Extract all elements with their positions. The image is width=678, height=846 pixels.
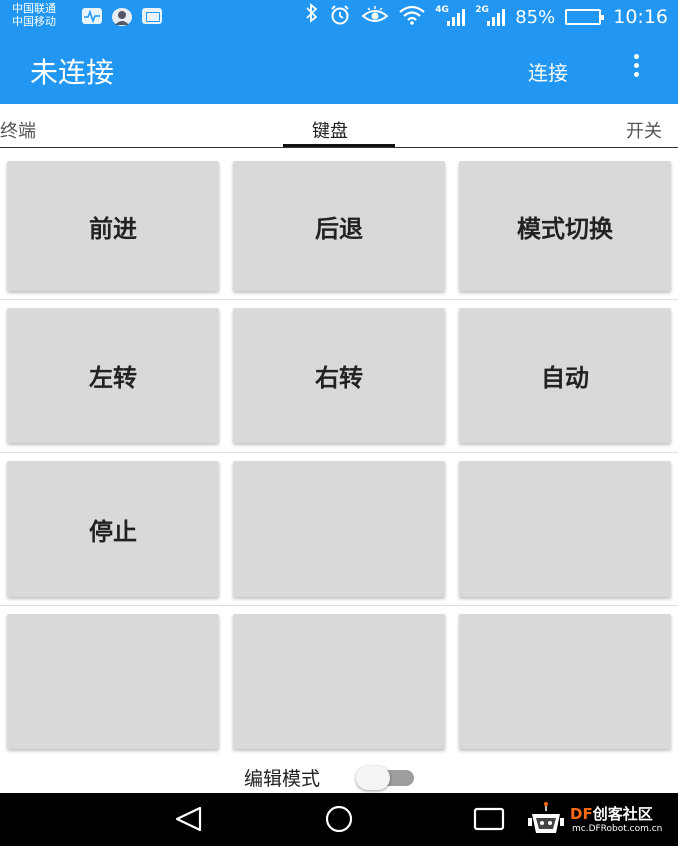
key-backward[interactable]: 后退 [233, 161, 445, 291]
key-turn-right[interactable]: 右转 [233, 308, 445, 443]
app-bar: 未连接 连接 [0, 33, 678, 104]
tab-terminal[interactable]: 终端 [0, 117, 36, 143]
carrier-1: 中国联通 [12, 2, 56, 15]
key-empty[interactable] [233, 614, 445, 749]
edit-mode-label: 编辑模式 [244, 768, 321, 790]
connection-status-title: 未连接 [30, 56, 115, 89]
eye-icon [361, 4, 389, 31]
bluetooth-icon [305, 3, 319, 31]
active-tab-indicator [283, 144, 395, 147]
key-turn-left[interactable]: 左转 [7, 308, 219, 443]
key-row [0, 606, 678, 756]
carrier-names: 中国联通 中国移动 [12, 2, 56, 28]
key-row: 左转 右转 自动 [0, 300, 678, 453]
alarm-icon [329, 4, 351, 31]
carrier-2: 中国移动 [12, 15, 56, 28]
watermark-site: mc.DFRobot.com.cn [572, 824, 663, 834]
tab-switch[interactable]: 开关 [626, 117, 662, 143]
signal-icon: 2G [475, 5, 506, 29]
home-icon[interactable] [320, 805, 358, 837]
key-forward[interactable]: 前进 [7, 161, 219, 291]
dfrobot-watermark: DF创客社区 mc.DFRobot.com.cn [526, 797, 676, 843]
watermark-brand: DF创客社区 [570, 803, 653, 824]
image-icon [142, 8, 162, 24]
connect-button[interactable]: 连接 [528, 57, 568, 86]
watermark-df: DF [570, 805, 593, 823]
recents-icon[interactable] [472, 805, 506, 837]
more-vert-icon[interactable] [630, 54, 642, 84]
signal-icon: 4G [435, 5, 466, 29]
edit-mode-toggle[interactable] [356, 766, 414, 790]
toggle-thumb [356, 766, 390, 790]
key-empty[interactable] [233, 461, 445, 597]
key-empty[interactable] [459, 461, 671, 597]
edit-mode-row: 编辑模式 [0, 760, 678, 792]
key-mode-switch[interactable]: 模式切换 [459, 161, 671, 291]
tab-bar: 终端 键盘 开关 [0, 104, 678, 148]
heartbeat-icon [82, 8, 102, 24]
battery-percent: 85% [515, 6, 556, 28]
key-row: 停止 [0, 453, 678, 606]
clock: 10:16 [613, 6, 668, 28]
key-empty[interactable] [7, 614, 219, 749]
avatar-icon [112, 8, 132, 26]
key-auto[interactable]: 自动 [459, 308, 671, 443]
key-empty[interactable] [459, 614, 671, 749]
key-stop[interactable]: 停止 [7, 461, 219, 597]
system-status: 4G 2G 85% 10:16 [305, 3, 668, 31]
notification-icons [82, 8, 162, 26]
back-icon[interactable] [172, 805, 206, 837]
watermark-community: 创客社区 [592, 805, 653, 823]
status-bar: 中国联通 中国移动 4G 2G 85% 10:16 [0, 0, 678, 33]
robot-logo-icon [528, 802, 564, 833]
wifi-icon [399, 5, 425, 30]
battery-icon [565, 9, 605, 25]
navigation-bar: DF创客社区 mc.DFRobot.com.cn [0, 793, 678, 846]
key-row: 前进 后退 模式切换 [0, 149, 678, 300]
tab-keyboard[interactable]: 键盘 [312, 117, 348, 143]
